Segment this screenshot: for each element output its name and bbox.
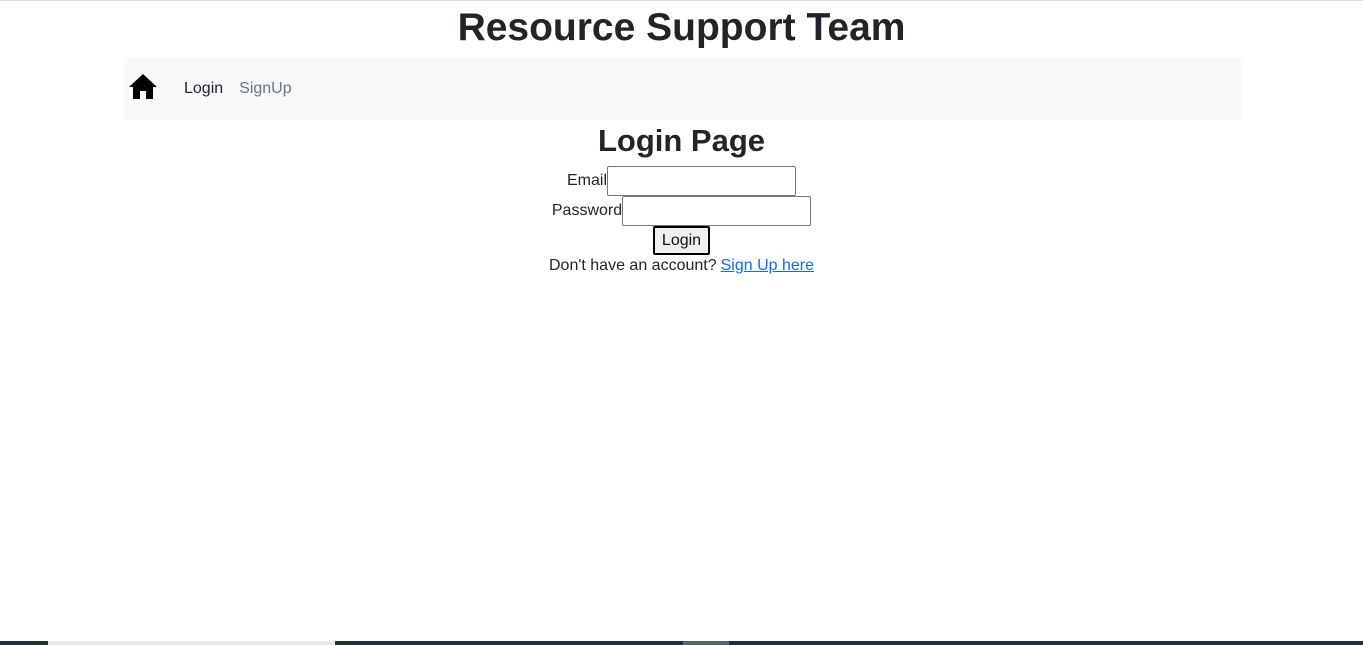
email-field[interactable] bbox=[607, 166, 796, 196]
nav-login-link[interactable]: Login bbox=[184, 80, 223, 98]
signup-row: Don't have an account? Sign Up here bbox=[0, 257, 1363, 275]
signup-link[interactable]: Sign Up here bbox=[721, 257, 814, 275]
page-title: Login Page bbox=[597, 123, 766, 158]
password-field[interactable] bbox=[622, 196, 812, 226]
password-label: Password bbox=[551, 202, 623, 219]
taskbar-segment bbox=[48, 641, 335, 645]
home-link[interactable] bbox=[127, 73, 159, 105]
taskbar bbox=[0, 641, 1363, 645]
email-label: Email bbox=[566, 172, 607, 189]
nav-signup-link[interactable]: SignUp bbox=[239, 80, 291, 98]
login-button[interactable]: Login bbox=[652, 226, 711, 255]
signup-prompt: Don't have an account? bbox=[548, 257, 717, 274]
password-row: Password bbox=[0, 196, 1363, 226]
email-row: Email bbox=[0, 166, 1363, 196]
taskbar-segment bbox=[683, 641, 729, 645]
site-title: Resource Support Team bbox=[457, 6, 906, 49]
home-icon bbox=[128, 73, 158, 106]
page: Resource Support Team Login SignUp Login… bbox=[0, 0, 1363, 645]
submit-row: Login bbox=[0, 226, 1363, 255]
navbar: Login SignUp bbox=[125, 58, 1241, 120]
